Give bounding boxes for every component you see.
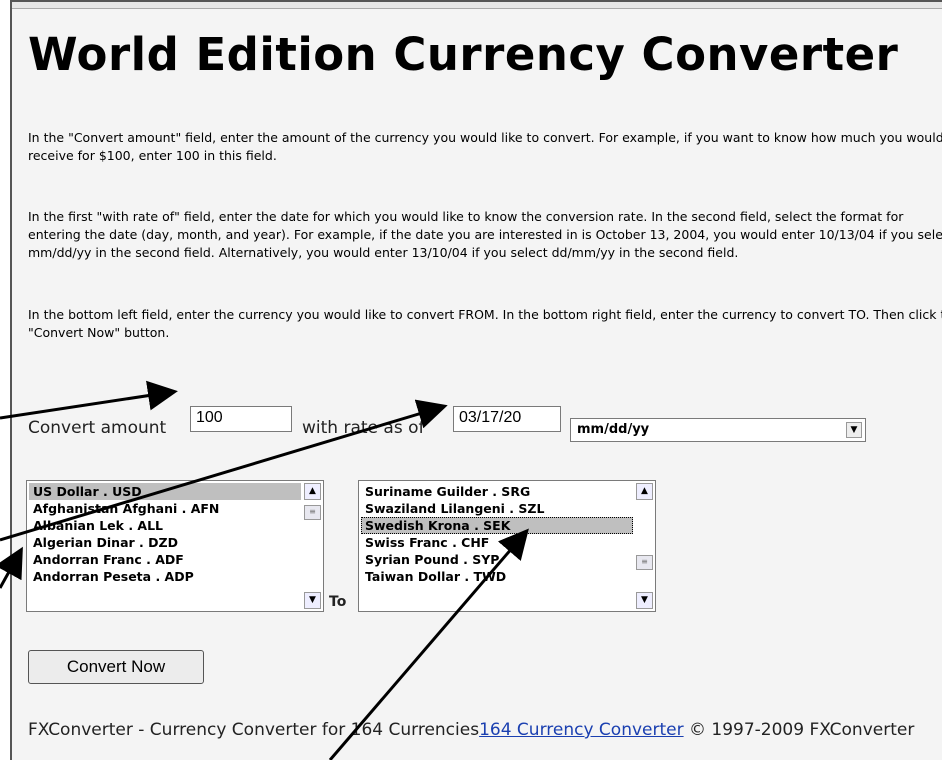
scroll-thumb[interactable]: ≡: [304, 505, 321, 520]
instruction-amount: In the "Convert amount" field, enter the…: [28, 129, 942, 165]
list-item[interactable]: US Dollar . USD: [29, 483, 301, 500]
scroll-up-icon[interactable]: ▲: [304, 483, 321, 500]
amount-input[interactable]: 100: [190, 406, 292, 432]
top-strip: [12, 2, 942, 9]
footer-link[interactable]: 164 Currency Converter: [479, 720, 684, 740]
page-title: World Edition Currency Converter: [28, 28, 899, 81]
instruction-line: "Convert Now" button.: [28, 325, 170, 340]
footer: FXConverter - Currency Converter for 164…: [28, 720, 914, 740]
copyright: © 1997-2009 FXConverter: [689, 720, 915, 740]
scroll-thumb[interactable]: ≡: [636, 555, 653, 570]
scroll-down-icon[interactable]: ▼: [636, 592, 653, 609]
scroll-down-icon[interactable]: ▼: [304, 592, 321, 609]
to-label: To: [329, 594, 347, 610]
instruction-line: In the bottom left field, enter the curr…: [28, 307, 942, 322]
rate-label: with rate as of: [302, 418, 425, 438]
list-item[interactable]: Algerian Dinar . DZD: [29, 534, 301, 551]
list-item[interactable]: Swiss Franc . CHF: [361, 534, 633, 551]
instruction-line: entering the date (day, month, and year)…: [28, 227, 942, 242]
convert-now-button[interactable]: Convert Now: [28, 650, 204, 684]
to-currency-list[interactable]: Suriname Guilder . SRG Swaziland Lilange…: [358, 480, 656, 612]
date-format-value: mm/dd/yy: [577, 422, 650, 437]
date-input[interactable]: 03/17/20: [453, 406, 561, 432]
scroll-up-icon[interactable]: ▲: [636, 483, 653, 500]
instruction-line: In the "Convert amount" field, enter the…: [28, 130, 942, 145]
date-format-select[interactable]: mm/dd/yy ▼: [570, 418, 866, 442]
list-item[interactable]: Andorran Franc . ADF: [29, 551, 301, 568]
instruction-line: mm/dd/yy in the second field. Alternativ…: [28, 245, 739, 260]
instruction-line: receive for $100, enter 100 in this fiel…: [28, 148, 277, 163]
instruction-date: In the first "with rate of" field, enter…: [28, 208, 942, 262]
page-frame: World Edition Currency Converter In the …: [10, 0, 942, 760]
list-item[interactable]: Afghanistan Afghani . AFN: [29, 500, 301, 517]
list-item[interactable]: Swaziland Lilangeni . SZL: [361, 500, 633, 517]
from-currency-list[interactable]: US Dollar . USD Afghanistan Afghani . AF…: [26, 480, 324, 612]
instruction-line: In the first "with rate of" field, enter…: [28, 209, 904, 224]
amount-label: Convert amount: [28, 418, 167, 438]
chevron-down-icon[interactable]: ▼: [846, 422, 862, 438]
list-item[interactable]: Swedish Krona . SEK: [361, 517, 633, 534]
scrollbar[interactable]: ▲ ≡ ▼: [636, 483, 653, 609]
list-item[interactable]: Suriname Guilder . SRG: [361, 483, 633, 500]
scrollbar[interactable]: ▲ ≡ ▼: [304, 483, 321, 609]
list-item[interactable]: Syrian Pound . SYP: [361, 551, 633, 568]
list-item[interactable]: Taiwan Dollar . TWD: [361, 568, 633, 585]
instruction-currency: In the bottom left field, enter the curr…: [28, 306, 942, 342]
list-item[interactable]: Albanian Lek . ALL: [29, 517, 301, 534]
footer-text: FXConverter - Currency Converter for 164…: [28, 720, 480, 740]
list-item[interactable]: Andorran Peseta . ADP: [29, 568, 301, 585]
